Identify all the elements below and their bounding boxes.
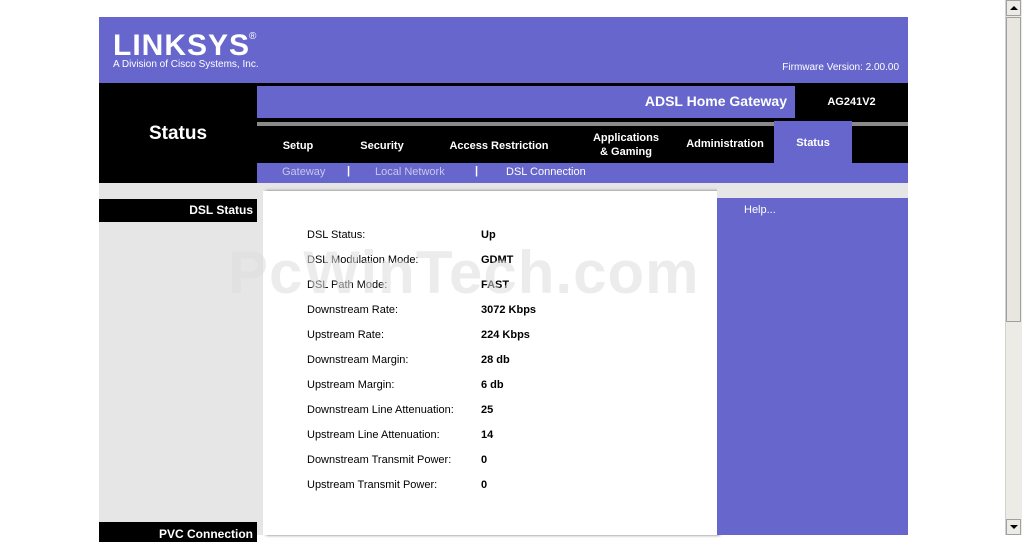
- product-name-bar: ADSL Home Gateway: [257, 86, 795, 118]
- scroll-down-button[interactable]: [1006, 519, 1021, 535]
- tab-security[interactable]: Security: [350, 140, 414, 152]
- section-heading-label: PVC Connection: [158, 527, 253, 541]
- linksys-logo: LINKSYS: [113, 29, 251, 62]
- watermark: PcWinTech.com: [228, 239, 700, 306]
- upstream-margin-label: Upstream Margin:: [307, 379, 395, 391]
- upstream-rate-value: 224 Kbps: [481, 329, 530, 341]
- model-number: AG241V2: [827, 96, 876, 108]
- tab-setup[interactable]: Setup: [270, 140, 326, 152]
- tab-applications-gaming[interactable]: Applications & Gaming: [586, 131, 666, 159]
- help-column-top: [717, 183, 908, 198]
- subtab-local-network[interactable]: Local Network: [375, 166, 445, 178]
- upstream-attenuation-value: 14: [481, 429, 494, 441]
- tab-access-restriction[interactable]: Access Restriction: [440, 140, 558, 152]
- downstream-transmit-power-label: Downstream Transmit Power:: [307, 454, 452, 466]
- section-heading-label: DSL Status: [189, 203, 253, 217]
- sub-navigation: Gateway | Local Network | DSL Connection: [257, 163, 908, 183]
- upstream-attenuation-label: Upstream Line Attenuation:: [307, 429, 440, 441]
- header-banner: LINKSYS ® A Division of Cisco Systems, I…: [99, 17, 908, 83]
- chevron-up-icon: [1010, 6, 1018, 10]
- left-section-column: [99, 183, 257, 535]
- tab-administration[interactable]: Administration: [678, 138, 772, 150]
- downstream-transmit-power-value: 0: [481, 454, 488, 466]
- registered-mark: ®: [249, 31, 257, 42]
- subtab-dsl-connection[interactable]: DSL Connection: [506, 166, 586, 178]
- subtab-separator: |: [475, 165, 479, 177]
- page-title-block: Status: [99, 83, 257, 183]
- chevron-down-icon: [1010, 525, 1018, 529]
- page-title: Status: [148, 123, 208, 144]
- tab-applications-gaming-line1: Applications: [592, 132, 659, 144]
- upstream-rate-label: Upstream Rate:: [307, 329, 385, 341]
- downstream-attenuation-value: 25: [481, 404, 494, 416]
- help-link[interactable]: Help...: [744, 204, 776, 216]
- help-column: [717, 198, 908, 535]
- scrollbar-thumb[interactable]: [1006, 17, 1021, 322]
- section-heading-dsl-status: DSL Status: [99, 199, 257, 222]
- firmware-version: Firmware Version: 2.00.00: [782, 62, 899, 73]
- downstream-margin-value: 28 db: [481, 354, 510, 366]
- scroll-up-button[interactable]: [1006, 0, 1021, 16]
- upstream-margin-value: 6 db: [481, 379, 504, 391]
- section-heading-pvc-connection: PVC Connection: [99, 522, 257, 542]
- tab-status-label: Status: [796, 137, 830, 149]
- product-name: ADSL Home Gateway: [644, 93, 787, 109]
- downstream-attenuation-label: Downstream Line Attenuation:: [307, 404, 454, 416]
- downstream-margin-label: Downstream Margin:: [307, 354, 409, 366]
- tab-applications-gaming-line2: & Gaming: [600, 146, 652, 158]
- subtab-gateway[interactable]: Gateway: [282, 166, 325, 178]
- upstream-transmit-power-label: Upstream Transmit Power:: [307, 479, 438, 491]
- brand-tagline: A Division of Cisco Systems, Inc.: [113, 59, 259, 70]
- upstream-transmit-power-value: 0: [481, 479, 488, 491]
- subtab-separator: |: [347, 165, 351, 177]
- tab-status[interactable]: Status: [774, 121, 852, 163]
